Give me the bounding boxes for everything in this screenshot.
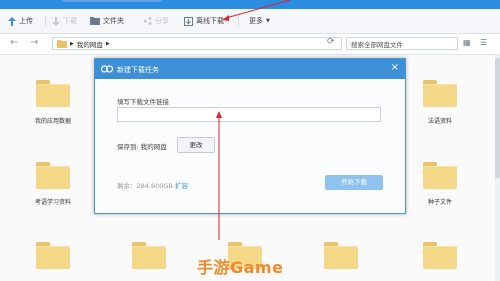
annotation-arrowhead [216, 111, 222, 118]
annotation-arrow-line [225, 0, 291, 19]
annotation-arrows [216, 0, 291, 240]
annotation-arrowhead [222, 15, 229, 21]
watermark-logo: 手游Game [197, 258, 284, 277]
